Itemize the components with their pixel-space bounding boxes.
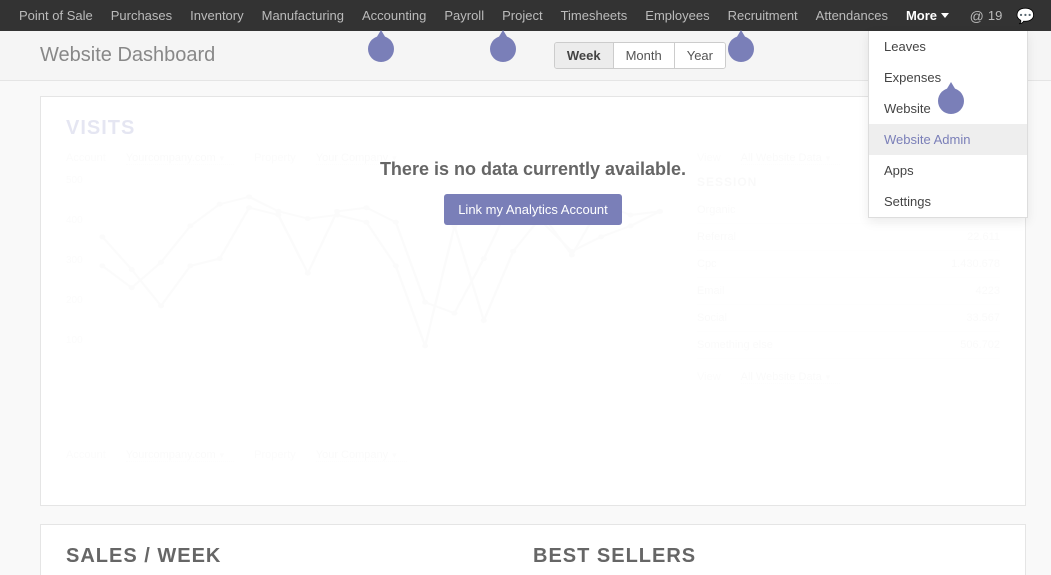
inbox-indicator[interactable]: @ 19 [962,8,1011,24]
caret-down-icon [941,13,949,18]
at-icon: @ [970,8,984,24]
range-month[interactable]: Month [613,43,674,68]
session-row: Something else506.702 [697,332,1000,359]
filter-property-label: Property [254,449,296,462]
nav-more-dropdown[interactable]: More [897,0,958,31]
nav-point-of-sale[interactable]: Point of Sale [10,0,102,31]
nav-recruitment[interactable]: Recruitment [719,0,807,31]
filter-view-label: View [697,371,721,384]
session-bottom-filter: View All Website Data [697,371,1000,384]
nav-employees[interactable]: Employees [636,0,718,31]
link-analytics-button[interactable]: Link my Analytics Account [444,194,622,225]
nav-accounting[interactable]: Accounting [353,0,435,31]
hint-drip-icon[interactable] [490,36,516,62]
nav-inventory[interactable]: Inventory [181,0,252,31]
y-tick: 100 [66,335,83,346]
hint-drip-icon[interactable] [368,36,394,62]
chat-icon[interactable]: 💬 [1010,7,1041,25]
filter-view-value[interactable]: All Website Data [741,371,841,384]
nav-more-label: More [906,0,937,31]
filter-account-value[interactable]: Yourcompany.com [126,449,234,462]
range-year[interactable]: Year [674,43,725,68]
y-tick: 200 [66,295,83,306]
dd-settings[interactable]: Settings [869,186,1027,217]
filter-account-label: Account [66,449,106,462]
session-row: Social33.567 [697,305,1000,332]
hint-drip-icon[interactable] [728,36,754,62]
chart-bottom-filters: Account Yourcompany.com Property Your Co… [66,449,407,462]
time-range-switch: Week Month Year [554,42,726,69]
dd-leaves[interactable]: Leaves [869,31,1027,62]
dd-website-admin[interactable]: Website Admin [869,124,1027,155]
session-row: Email4223 [697,278,1000,305]
best-sellers-heading: BEST SELLERS [533,545,1000,568]
nav-timesheets[interactable]: Timesheets [552,0,637,31]
more-dropdown-menu: Leaves Expenses Website Website Admin Ap… [868,31,1028,218]
nav-attendances[interactable]: Attendances [807,0,897,31]
session-row: Referral22.611 [697,224,1000,251]
filter-property-value[interactable]: Your Company [316,449,407,462]
dd-apps[interactable]: Apps [869,155,1027,186]
sales-heading: SALES / WEEK [66,545,533,568]
session-row: Cpc1.430.678 [697,251,1000,278]
page-title: Website Dashboard [40,44,215,67]
sales-card: SALES / WEEK BEST SELLERS [40,524,1026,575]
inbox-count: 19 [988,8,1002,23]
visits-heading: VISITS [66,117,1000,140]
top-nav: Point of Sale Purchases Inventory Manufa… [0,0,1051,31]
hint-drip-icon[interactable] [938,88,964,114]
nav-purchases[interactable]: Purchases [102,0,181,31]
nav-project[interactable]: Project [493,0,551,31]
nav-manufacturing[interactable]: Manufacturing [253,0,353,31]
nav-payroll[interactable]: Payroll [435,0,493,31]
y-tick: 300 [66,255,83,266]
range-week[interactable]: Week [555,43,613,68]
